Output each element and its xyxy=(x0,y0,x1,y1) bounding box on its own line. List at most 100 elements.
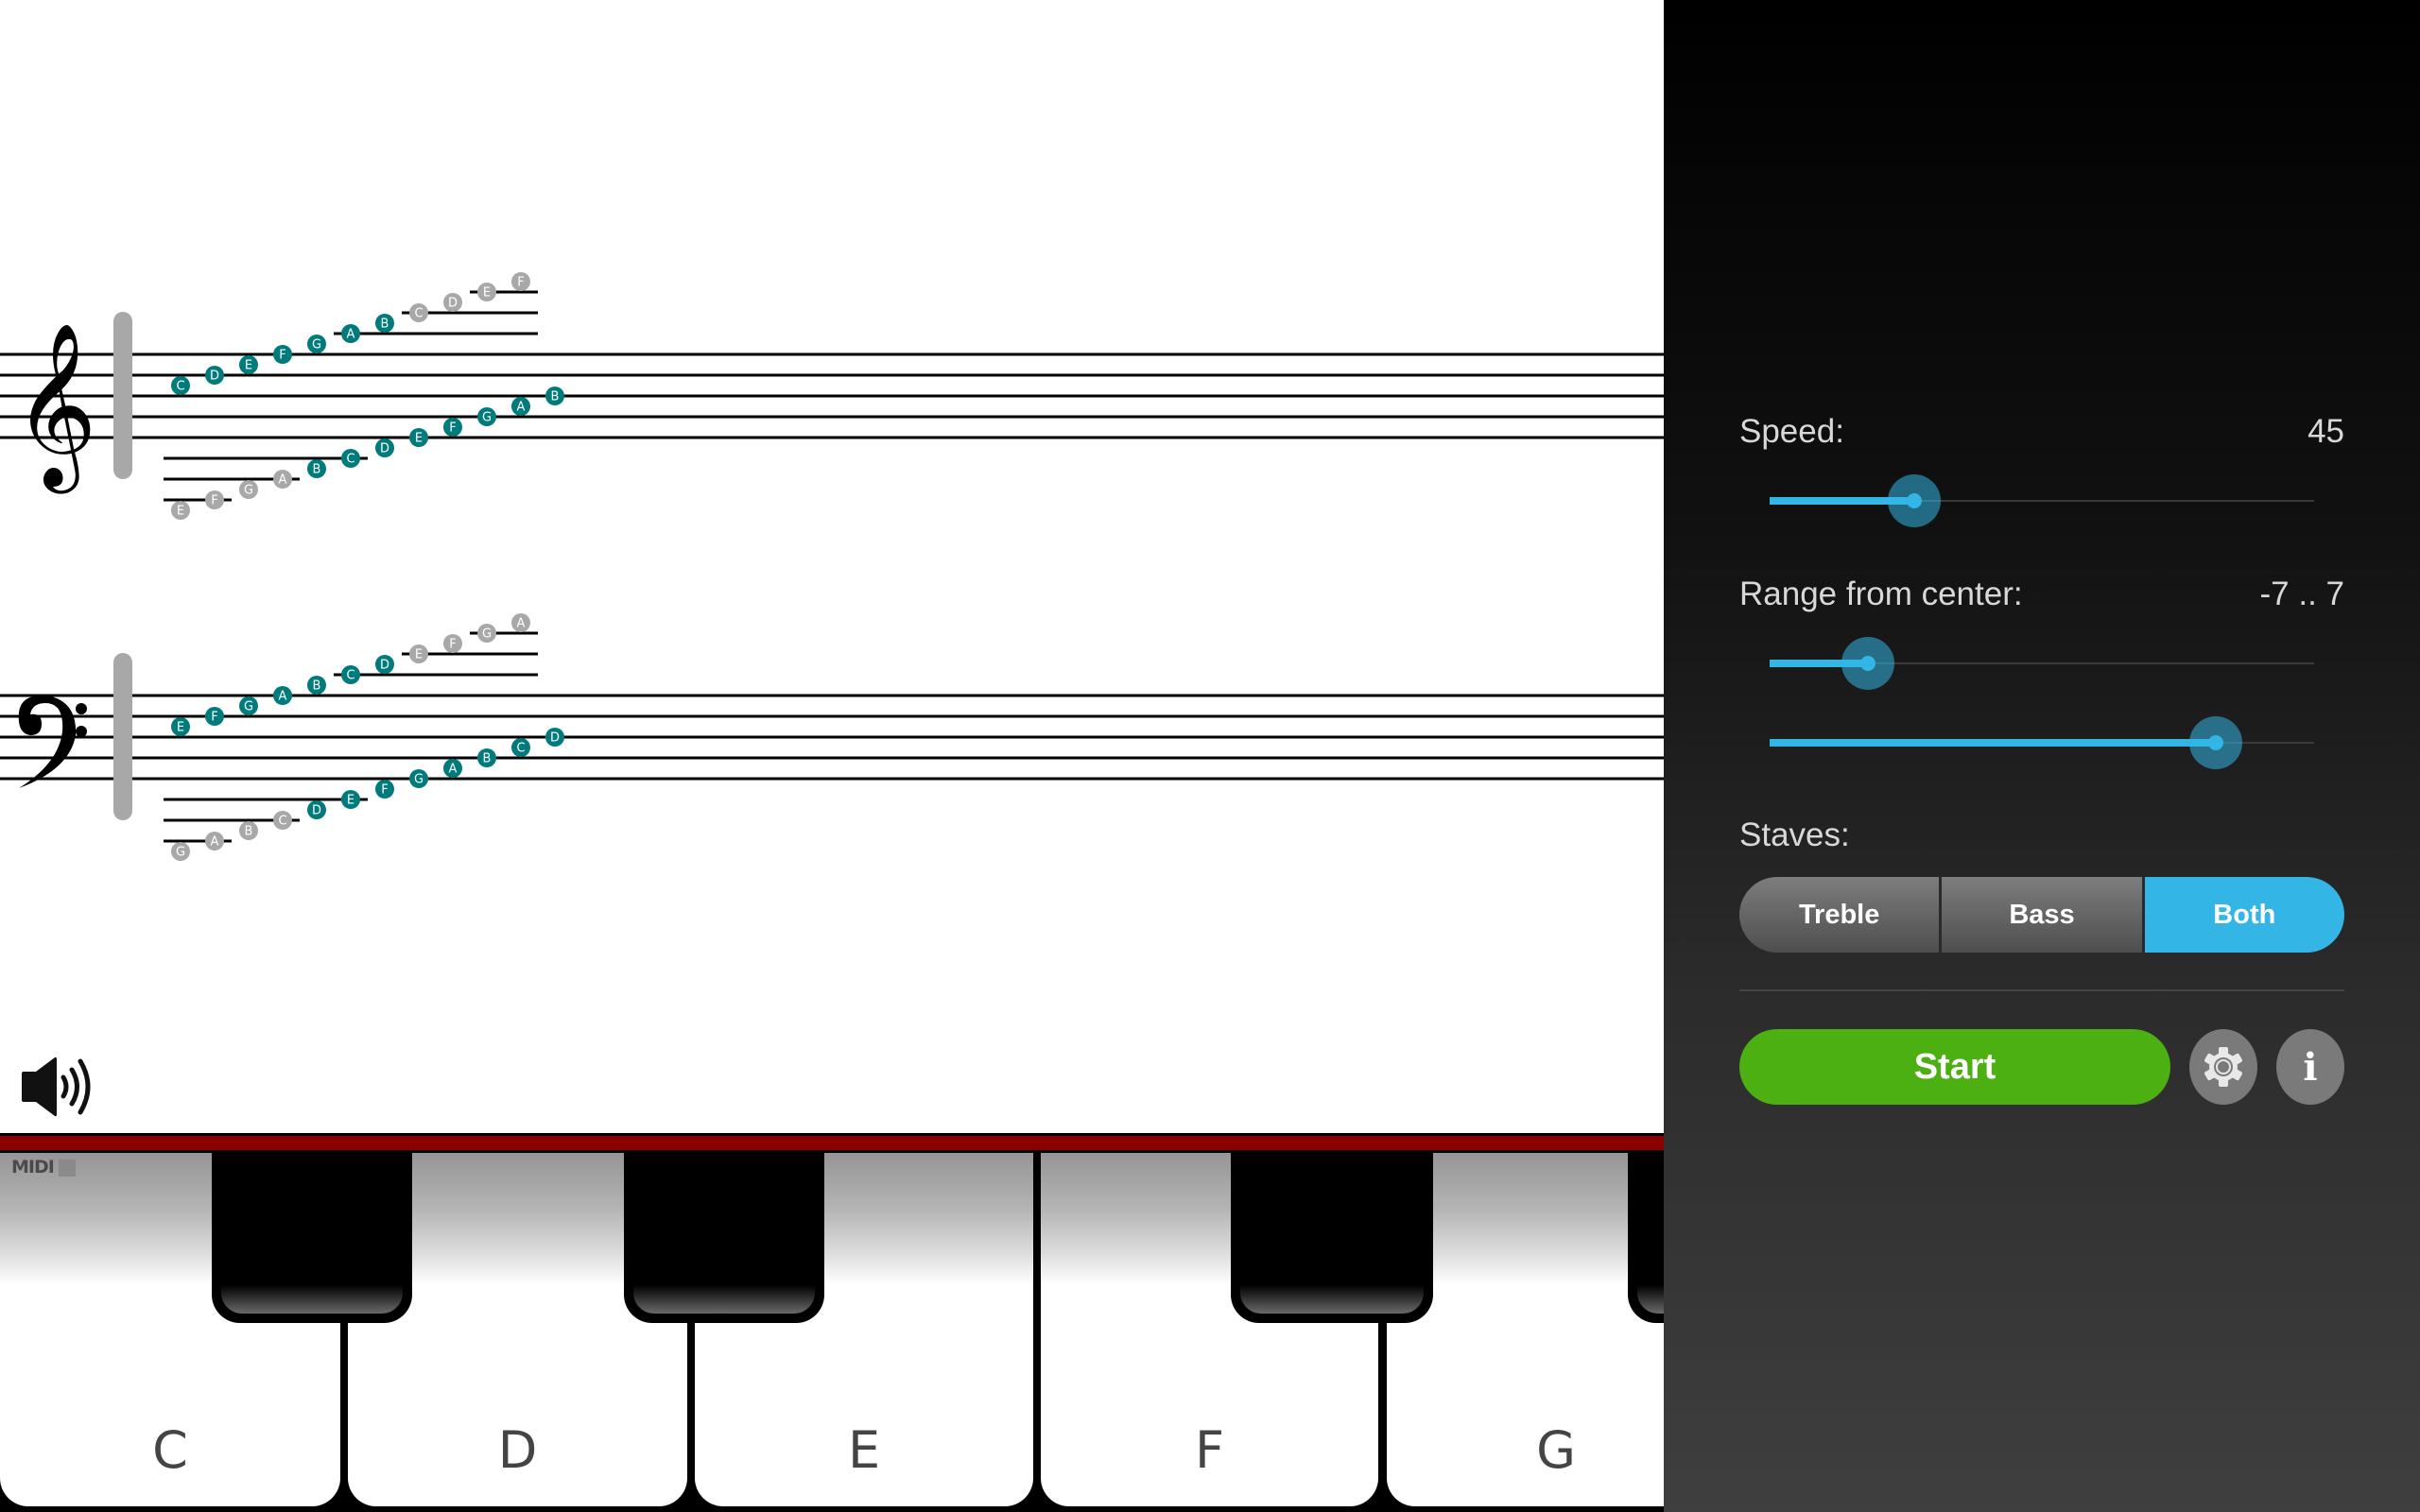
note-label: F xyxy=(517,276,524,290)
note-label: E xyxy=(415,648,423,662)
speed-slider[interactable] xyxy=(1770,472,2314,529)
note-bass-upper: G xyxy=(239,696,258,715)
range-value: -7 .. 7 xyxy=(2259,576,2344,612)
note-label: C xyxy=(278,815,286,829)
note-bass-upper: F xyxy=(205,707,224,726)
note-label: B xyxy=(551,390,560,404)
note-bass-upper: F xyxy=(443,634,462,653)
staves-selector: Treble Bass Both xyxy=(1739,877,2344,953)
note-label: E xyxy=(347,794,354,808)
keyboard-accent-bar xyxy=(0,1136,1664,1150)
range-max-slider[interactable] xyxy=(1770,714,2314,771)
slider-thumb-dot xyxy=(1859,656,1876,671)
note-label: D xyxy=(550,731,560,746)
piano-keyboard: C D E F G xyxy=(0,1133,1664,1512)
note-treble-upper: A xyxy=(341,324,360,343)
note-label: G xyxy=(244,484,253,498)
note-label: G xyxy=(482,411,492,425)
note-label: E xyxy=(177,721,184,735)
start-button[interactable]: Start xyxy=(1739,1029,2170,1105)
note-treble-lower: B xyxy=(545,387,564,405)
note-label: A xyxy=(347,328,355,342)
sound-toggle-button[interactable] xyxy=(19,1057,96,1117)
note-treble-lower: C xyxy=(341,449,360,468)
note-label: F xyxy=(279,349,285,363)
key-shine xyxy=(221,1285,403,1314)
note-bass-lower: G xyxy=(171,842,190,861)
note-label: G xyxy=(176,846,185,860)
note-treble-lower: E xyxy=(409,428,428,447)
piano-key-g-sharp[interactable] xyxy=(1628,1153,1664,1323)
note-label: A xyxy=(211,835,219,850)
note-bass-upper: E xyxy=(409,644,428,663)
barline xyxy=(113,312,132,479)
note-label: D xyxy=(312,804,321,818)
note-treble-upper: F xyxy=(273,345,292,364)
note-label: E xyxy=(483,286,491,301)
note-bass-lower: C xyxy=(273,811,292,830)
note-bass-upper: A xyxy=(511,613,530,632)
note-label: F xyxy=(211,711,217,725)
note-label: D xyxy=(380,442,389,456)
range-min-slider[interactable] xyxy=(1770,635,2314,692)
note-label: E xyxy=(415,432,423,446)
note-bass-lower: E xyxy=(341,790,360,809)
slider-fill xyxy=(1770,739,2217,747)
info-button[interactable]: i xyxy=(2276,1029,2344,1105)
note-bass-lower: G xyxy=(409,769,428,788)
staves-treble-button[interactable]: Treble xyxy=(1739,877,1940,953)
staves-bass-button[interactable]: Bass xyxy=(1939,877,2142,953)
svg-text:𝄞: 𝄞 xyxy=(13,322,97,494)
note-label: B xyxy=(313,679,321,694)
note-treble-upper: C xyxy=(171,376,190,395)
note-bass-lower: D xyxy=(545,728,564,747)
key-label: F xyxy=(1194,1420,1225,1480)
note-bass-upper: C xyxy=(341,665,360,684)
note-bass-upper: B xyxy=(307,676,326,695)
midi-status-indicator xyxy=(59,1160,76,1177)
note-treble-lower: G xyxy=(477,407,496,426)
note-bass-upper: D xyxy=(375,655,394,674)
note-bass-upper: A xyxy=(273,686,292,705)
note-treble-lower: F xyxy=(205,490,224,509)
piano-key-d-sharp[interactable] xyxy=(624,1153,824,1323)
key-shine xyxy=(1637,1285,1664,1314)
note-treble-upper: C xyxy=(409,303,428,322)
note-label: B xyxy=(313,463,321,477)
note-bass-lower: A xyxy=(443,759,462,778)
note-treble-lower: D xyxy=(375,438,394,457)
note-label: E xyxy=(245,359,252,373)
note-label: A xyxy=(279,690,287,704)
practice-area: 𝄞 C D E F G A B C D E F E F G A B C D E F G A B E F G A B C D E F G A G A B C… xyxy=(0,0,1664,1512)
note-treble-upper: E xyxy=(477,283,496,301)
divider xyxy=(1739,989,2344,991)
settings-panel: Speed: 45 Range from center: -7 .. 7 Sta… xyxy=(1664,0,2420,1512)
note-label: G xyxy=(244,700,253,714)
note-bass-upper: E xyxy=(171,717,190,736)
note-treble-upper: D xyxy=(205,366,224,385)
note-label: F xyxy=(211,494,217,508)
note-bass-lower: C xyxy=(511,738,530,757)
staves-both-button[interactable]: Both xyxy=(2141,877,2344,953)
speaker-volume-icon xyxy=(22,1057,91,1117)
note-label: B xyxy=(483,752,492,766)
note-label: D xyxy=(210,369,219,384)
key-label: D xyxy=(497,1420,538,1480)
speed-value: 45 xyxy=(2308,413,2344,450)
note-treble-lower: F xyxy=(443,418,462,437)
note-label: G xyxy=(482,627,492,642)
treble-clef-icon: 𝄞 xyxy=(13,322,97,494)
key-label: G xyxy=(1536,1420,1576,1480)
note-bass-lower: F xyxy=(375,780,394,799)
piano-key-c-sharp[interactable] xyxy=(212,1153,412,1323)
note-label: A xyxy=(279,473,287,488)
info-icon: i xyxy=(2303,1044,2318,1090)
note-label: A xyxy=(517,617,526,631)
note-treble-upper: G xyxy=(307,335,326,353)
note-treble-lower: A xyxy=(511,397,530,416)
bass-staff: E F G A B C D E F G A G A B C D E F G A B C D xyxy=(0,613,1664,861)
piano-key-f-sharp[interactable] xyxy=(1231,1153,1433,1323)
gear-icon xyxy=(2204,1047,2242,1087)
note-label: G xyxy=(414,773,424,787)
settings-button[interactable] xyxy=(2189,1029,2257,1105)
